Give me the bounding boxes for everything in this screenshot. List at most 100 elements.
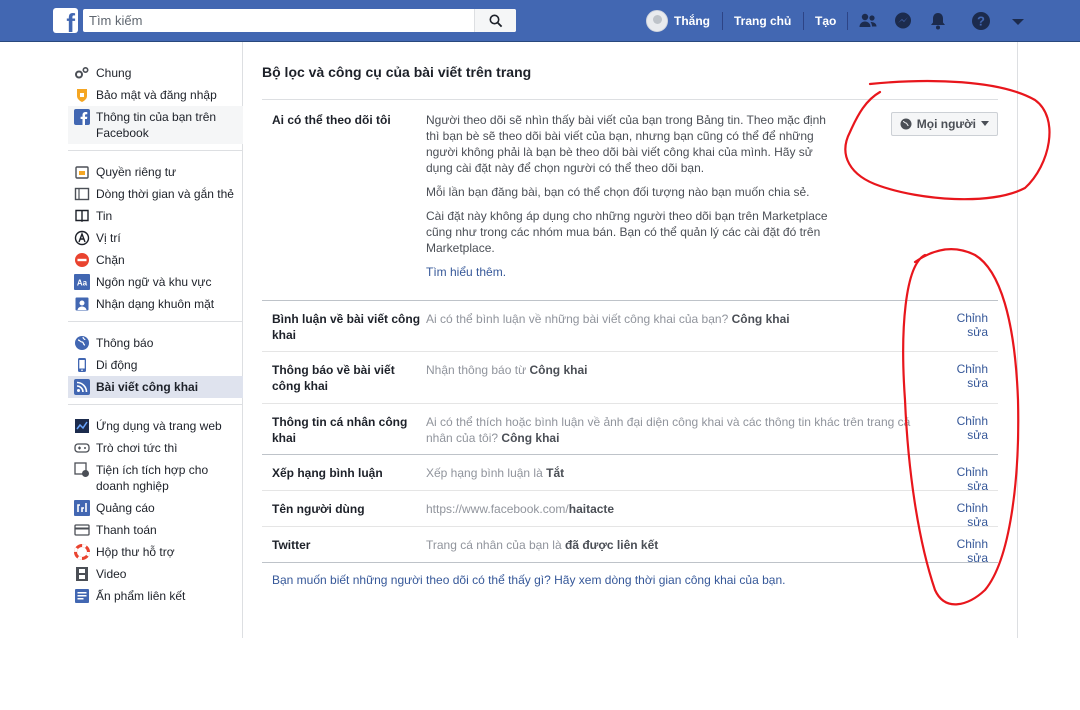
user-name: Thắng	[674, 14, 710, 28]
setting-question: Nhận thông báo từ	[426, 363, 527, 377]
edit-link[interactable]: Chỉnh sửa	[934, 301, 998, 351]
facebook-icon	[74, 109, 90, 125]
sidebar-item-label: Ấn phẩm liên kết	[96, 589, 186, 603]
sidebar-item-label: Chung	[96, 66, 132, 80]
setting-description: Người theo dõi sẽ nhìn thấy bài viết của…	[426, 100, 866, 290]
setting-description: https://www.facebook.com/haitacte	[426, 491, 934, 526]
facebook-logo-icon[interactable]: f	[53, 8, 78, 36]
sidebar-group: Chung Bảo mật và đăng nhập Thông tin của…	[68, 58, 243, 151]
lock-icon	[74, 164, 90, 180]
sidebar-item-ads[interactable]: Quảng cáo	[68, 497, 243, 519]
sidebar-item-label: Nhận dạng khuôn mặt	[96, 297, 215, 311]
timeline-icon	[74, 186, 90, 202]
settings-sidebar: Chung Bảo mật và đăng nhập Thông tin của…	[68, 58, 243, 607]
create-label: Tạo	[815, 14, 837, 28]
notifications-bell-icon[interactable]	[928, 11, 948, 31]
messenger-icon[interactable]	[893, 11, 913, 31]
edit-link[interactable]: Chỉnh sửa	[934, 527, 998, 565]
home-label: Trang chủ	[734, 14, 792, 28]
setting-row: Tên người dùng https://www.facebook.com/…	[262, 491, 998, 529]
sidebar-item-label: Tiện ích tích hợp cho doanh nghiệp	[96, 463, 209, 493]
sidebar-item-public-posts[interactable]: Bài viết công khai	[68, 376, 243, 398]
setting-label: Xếp hạng bình luận	[272, 466, 383, 480]
search-button[interactable]	[474, 9, 516, 32]
sidebar-item-videos[interactable]: Video	[68, 563, 243, 585]
sidebar-item-support-inbox[interactable]: Hộp thư hỗ trợ	[68, 541, 243, 563]
sidebar-item-general[interactable]: Chung	[68, 62, 243, 84]
setting-row: Thông tin cá nhân công khai Ai có thể th…	[262, 404, 998, 455]
follow-paragraph: Cài đặt này không áp dụng cho những ngườ…	[426, 209, 828, 255]
sidebar-item-label: Bảo mật và đăng nhập	[96, 88, 217, 102]
sidebar-item-label: Ứng dụng và trang web	[96, 419, 222, 433]
sidebar-item-label: Vị trí	[96, 231, 121, 245]
sidebar-item-label: Trò chơi tức thì	[96, 441, 178, 455]
setting-description: Ai có thể thích hoặc bình luận về ảnh đạ…	[426, 404, 934, 454]
search-box	[83, 9, 516, 32]
sidebar-item-security[interactable]: Bảo mật và đăng nhập	[68, 84, 243, 106]
sidebar-item-payments[interactable]: Thanh toán	[68, 519, 243, 541]
setting-value: Tắt	[546, 466, 565, 480]
setting-question: Ai có thể bình luận về những bài viết cô…	[426, 312, 729, 326]
sidebar-item-face-recognition[interactable]: Nhận dạng khuôn mặt	[68, 293, 243, 315]
sidebar-group: Ứng dụng và trang web Trò chơi tức thì T…	[68, 411, 243, 607]
sidebar-item-business-integrations[interactable]: Tiện ích tích hợp cho doanh nghiệp	[68, 459, 243, 497]
edit-link[interactable]: Chỉnh sửa	[934, 352, 998, 403]
search-icon	[489, 14, 502, 27]
sidebar-item-label: Video	[96, 567, 127, 581]
svg-text:Aa: Aa	[77, 279, 88, 288]
edit-link[interactable]: Chỉnh sửa	[934, 404, 998, 454]
edit-link[interactable]: Chỉnh sửa	[934, 455, 998, 493]
setting-question: https://www.facebook.com/	[426, 502, 569, 516]
sidebar-item-notifications[interactable]: Thông báo	[68, 332, 243, 354]
sidebar-item-label: Hộp thư hỗ trợ	[96, 545, 175, 559]
sidebar-item-label: Ngôn ngữ và khu vực	[96, 275, 212, 289]
mobile-icon	[74, 357, 90, 373]
caret-down-icon	[981, 121, 989, 126]
sidebar-item-linked-publications[interactable]: Ấn phẩm liên kết	[68, 585, 243, 607]
film-icon	[74, 566, 90, 582]
edit-link[interactable]: Chỉnh sửa	[934, 491, 998, 529]
content-right-border	[1017, 42, 1018, 638]
card-icon	[74, 522, 90, 538]
sidebar-item-label: Di động	[96, 358, 138, 372]
sidebar-item-language[interactable]: Aa Ngôn ngữ và khu vực	[68, 271, 243, 293]
search-input[interactable]	[83, 9, 474, 32]
gamepad-icon	[74, 440, 90, 456]
help-icon[interactable]: ?	[971, 11, 991, 31]
ads-icon	[74, 500, 90, 516]
learn-more-link[interactable]: Tìm hiểu thêm.	[426, 265, 506, 279]
sidebar-group: Quyền riêng tư Dòng thời gian và gắn thẻ…	[68, 157, 243, 322]
sidebar-item-instant-games[interactable]: Trò chơi tức thì	[68, 437, 243, 459]
setting-description: Ai có thể bình luận về những bài viết cô…	[426, 301, 934, 351]
view-public-timeline-link[interactable]: Bạn muốn biết những người theo dõi có th…	[262, 563, 998, 597]
sidebar-item-label: Quyền riêng tư	[96, 165, 177, 179]
setting-value: Công khai	[501, 431, 560, 445]
sidebar-item-label: Quảng cáo	[96, 501, 155, 515]
sidebar-item-timeline[interactable]: Dòng thời gian và gắn thẻ	[68, 183, 243, 205]
who-can-follow-section: Ai có thể theo dõi tôi Người theo dõi sẽ…	[262, 100, 998, 301]
sidebar-item-privacy[interactable]: Quyền riêng tư	[68, 161, 243, 183]
top-navigation-bar: f Thắng Trang chủ Tạo ?	[0, 0, 1080, 42]
friend-requests-icon[interactable]	[858, 11, 878, 31]
follow-paragraph: Mỗi lần bạn đăng bài, bạn có thể chọn đố…	[426, 185, 810, 199]
gear-icon	[74, 65, 90, 81]
sidebar-item-blocking[interactable]: Chặn	[68, 249, 243, 271]
account-menu-caret-icon[interactable]	[1008, 11, 1028, 31]
setting-label: Thông tin cá nhân công khai	[272, 415, 408, 445]
language-icon: Aa	[74, 274, 90, 290]
home-link[interactable]: Trang chủ	[734, 0, 791, 42]
sidebar-item-your-facebook-info[interactable]: Thông tin của bạn trên Facebook	[68, 106, 243, 144]
sidebar-item-label: Chặn	[96, 253, 125, 267]
sidebar-item-location[interactable]: Vị trí	[68, 227, 243, 249]
shield-icon	[74, 87, 90, 103]
profile-link[interactable]: Thắng	[646, 0, 710, 42]
sidebar-item-apps[interactable]: Ứng dụng và trang web	[68, 415, 243, 437]
avatar	[646, 10, 668, 32]
audience-dropdown[interactable]: Mọi người	[890, 112, 998, 136]
setting-question: Ai có thể thích hoặc bình luận về ảnh đạ…	[426, 415, 911, 445]
create-link[interactable]: Tạo	[815, 0, 836, 42]
sidebar-item-stories[interactable]: Tin	[68, 205, 243, 227]
sidebar-item-mobile[interactable]: Di động	[68, 354, 243, 376]
book-icon	[74, 208, 90, 224]
public-posts-settings: Bộ lọc và công cụ của bài viết trên tran…	[262, 58, 998, 597]
